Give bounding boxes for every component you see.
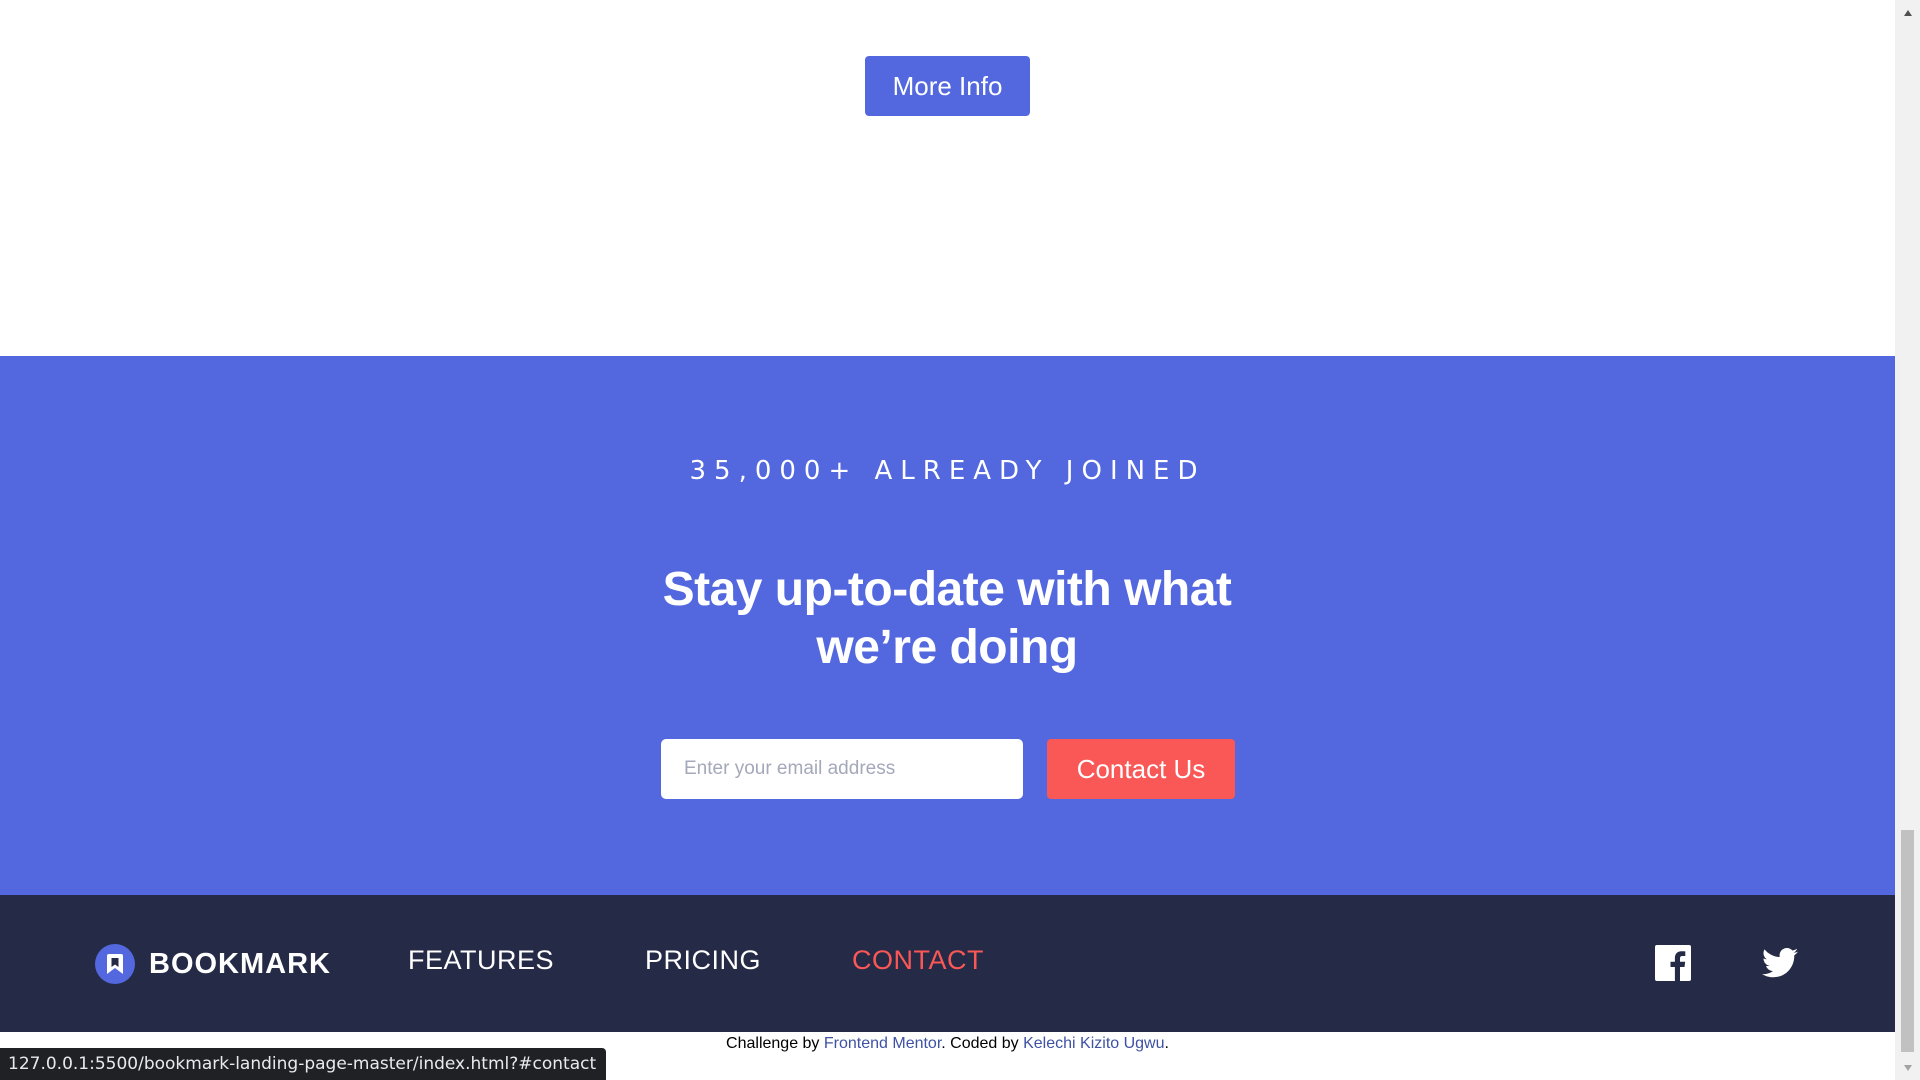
newsletter-heading: Stay up-to-date with what we’re doing [662,563,1232,674]
facebook-icon[interactable] [1655,945,1691,981]
author-link[interactable]: Kelechi Kizito Ugwu [1023,1035,1164,1052]
vertical-scrollbar[interactable] [1895,0,1920,1080]
features-section-bottom: More Info [0,0,1895,356]
footer-nav-features[interactable]: FEATURES [408,945,554,976]
scrollbar-thumb[interactable] [1901,830,1914,1052]
scroll-down-arrow-icon[interactable] [1895,1055,1920,1080]
scroll-up-arrow-icon[interactable] [1895,0,1920,25]
footer-nav-contact[interactable]: CONTACT [852,945,984,976]
footer-nav-pricing[interactable]: PRICING [645,945,761,976]
frontend-mentor-link[interactable]: Frontend Mentor [824,1035,941,1052]
already-joined-text: 35,000+ ALREADY JOINED [689,456,1206,486]
email-input[interactable] [661,739,1023,799]
page-viewport: More Info 35,000+ ALREADY JOINED Stay up… [0,0,1895,1080]
bookmark-logo-icon [95,944,135,984]
attribution-suffix: . [1164,1035,1169,1052]
footer-logo[interactable]: BOOKMARK [95,944,331,984]
more-info-button[interactable]: More Info [865,56,1030,116]
contact-form: Contact Us [661,739,1235,799]
attribution-middle: . Coded by [941,1035,1024,1052]
status-bar-url: 127.0.0.1:5500/bookmark-landing-page-mas… [0,1048,607,1080]
footer-nav: FEATURES PRICING CONTACT [408,945,1075,976]
attribution-prefix: Challenge by [726,1035,824,1052]
logo-text: BOOKMARK [149,947,331,980]
newsletter-section: 35,000+ ALREADY JOINED Stay up-to-date w… [0,356,1895,895]
site-footer: BOOKMARK FEATURES PRICING CONTACT [0,895,1895,1032]
contact-us-button[interactable]: Contact Us [1047,739,1235,799]
twitter-icon[interactable] [1762,945,1798,981]
